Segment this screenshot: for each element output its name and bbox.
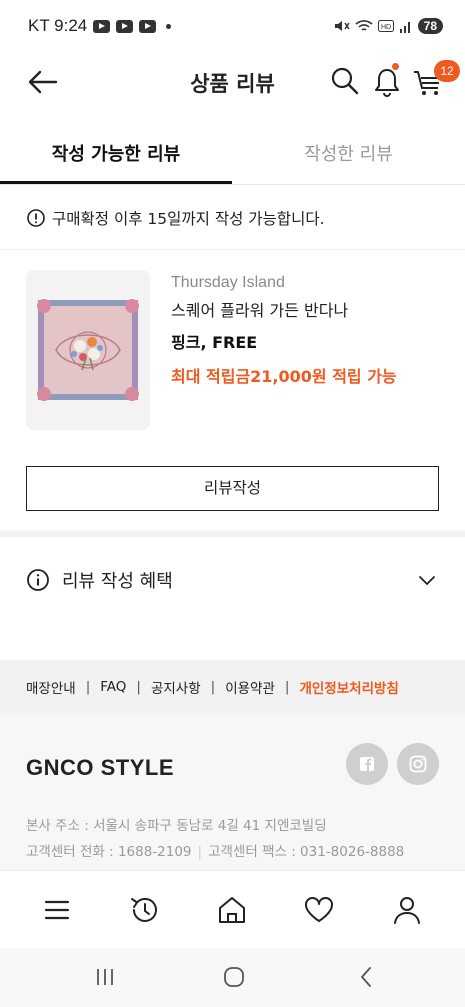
product-item: Thursday Island 스퀘어 플라워 가든 반다나 핑크, FREE … — [26, 270, 440, 432]
status-time: KT 9:24 — [28, 16, 88, 35]
facebook-icon[interactable] — [346, 743, 388, 785]
company-address: 본사 주소 : 서울시 송파구 동남로 4길 41 지엔코빌딩 — [26, 818, 327, 834]
signal-icon — [399, 21, 410, 33]
tab-writable-reviews[interactable]: 작성 가능한 리뷰 — [0, 128, 232, 184]
home-icon[interactable] — [215, 893, 249, 927]
info-circle-icon — [27, 569, 49, 591]
battery-indicator: 78 — [417, 18, 443, 34]
system-navigation-bar — [0, 948, 465, 1007]
app-header: 상품 리뷰 12 — [0, 52, 465, 112]
company-fax: 고객센터 팩스 : 031-8026-8888 — [208, 844, 405, 860]
footer: GNCO STYLE 본사 주소 : 서울시 송파구 동남로 4길 41 지엔코… — [0, 713, 465, 893]
notification-dot — [392, 63, 399, 70]
benefit-label: 리뷰 작성 혜택 — [62, 571, 173, 592]
review-tabs: 작성 가능한 리뷰 작성한 리뷰 — [0, 128, 465, 185]
user-icon[interactable] — [390, 893, 424, 927]
youtube-notification-icon — [139, 19, 157, 33]
footer-link-privacy[interactable]: 개인정보처리방침 — [299, 677, 398, 697]
more-notifications-icon — [166, 23, 172, 29]
system-home-icon[interactable] — [221, 965, 247, 989]
hd-icon: HD — [377, 20, 394, 32]
instagram-icon[interactable] — [397, 743, 439, 785]
review-benefit-accordion[interactable]: 리뷰 작성 혜택 — [26, 558, 439, 602]
product-name[interactable]: 스퀘어 플라워 가든 반다나 — [171, 300, 431, 322]
product-option: 핑크, FREE — [171, 333, 258, 352]
product-image[interactable] — [26, 270, 150, 430]
write-review-button[interactable]: 리뷰작성 — [26, 466, 439, 511]
svg-text:HD: HD — [381, 24, 391, 31]
separator: | — [284, 678, 290, 695]
footer-link-store[interactable]: 매장안내 — [26, 677, 76, 697]
footer-link-terms[interactable]: 이용약관 — [225, 677, 275, 697]
tab-written-reviews[interactable]: 작성한 리뷰 — [232, 128, 465, 184]
system-back-icon[interactable] — [354, 965, 380, 989]
company-phone: 고객센터 전화 : 1688-2109 — [26, 844, 192, 860]
separator: | — [197, 844, 203, 860]
footer-links: 매장안내 | FAQ | 공지사항 | 이용약관 | 개인정보처리방침 — [0, 660, 465, 713]
section-divider — [0, 531, 465, 537]
recent-apps-icon[interactable] — [92, 965, 118, 989]
brand-logo: GNCO STYLE — [26, 755, 175, 780]
footer-link-notice[interactable]: 공지사항 — [151, 677, 201, 697]
bandana-image — [37, 299, 139, 401]
youtube-notification-icon — [93, 19, 111, 33]
heart-icon[interactable] — [302, 893, 336, 927]
bottom-navigation — [0, 870, 465, 948]
product-brand: Thursday Island — [171, 274, 285, 291]
wifi-icon — [355, 20, 373, 31]
product-info: Thursday Island 스퀘어 플라워 가든 반다나 핑크, FREE … — [171, 272, 431, 388]
bell-icon[interactable] — [372, 66, 402, 98]
separator: | — [136, 678, 141, 695]
youtube-notification-icon — [116, 19, 134, 33]
cart-count-badge: 12 — [434, 60, 460, 82]
separator: | — [210, 678, 216, 695]
separator: | — [85, 678, 91, 695]
company-contact: 고객센터 전화 : 1688-2109 | 고객센터 팩스 : 031-8026-8… — [26, 839, 404, 865]
review-period-notice: 구매확정 이후 15일까지 작성 가능합니다. — [0, 186, 465, 250]
footer-link-faq[interactable]: FAQ — [100, 679, 126, 695]
alert-circle-icon — [27, 208, 45, 227]
status-bar: KT 9:24 HD 78 — [0, 0, 465, 52]
history-icon[interactable] — [128, 893, 162, 927]
chevron-down-icon[interactable] — [417, 570, 437, 590]
reward-points-text: 최대 적립금21,000원 적립 가능 — [171, 367, 397, 386]
mute-icon — [334, 21, 350, 31]
menu-icon[interactable] — [40, 893, 74, 927]
notice-text: 구매확정 이후 15일까지 작성 가능합니다. — [52, 209, 325, 228]
search-icon[interactable] — [330, 66, 360, 96]
